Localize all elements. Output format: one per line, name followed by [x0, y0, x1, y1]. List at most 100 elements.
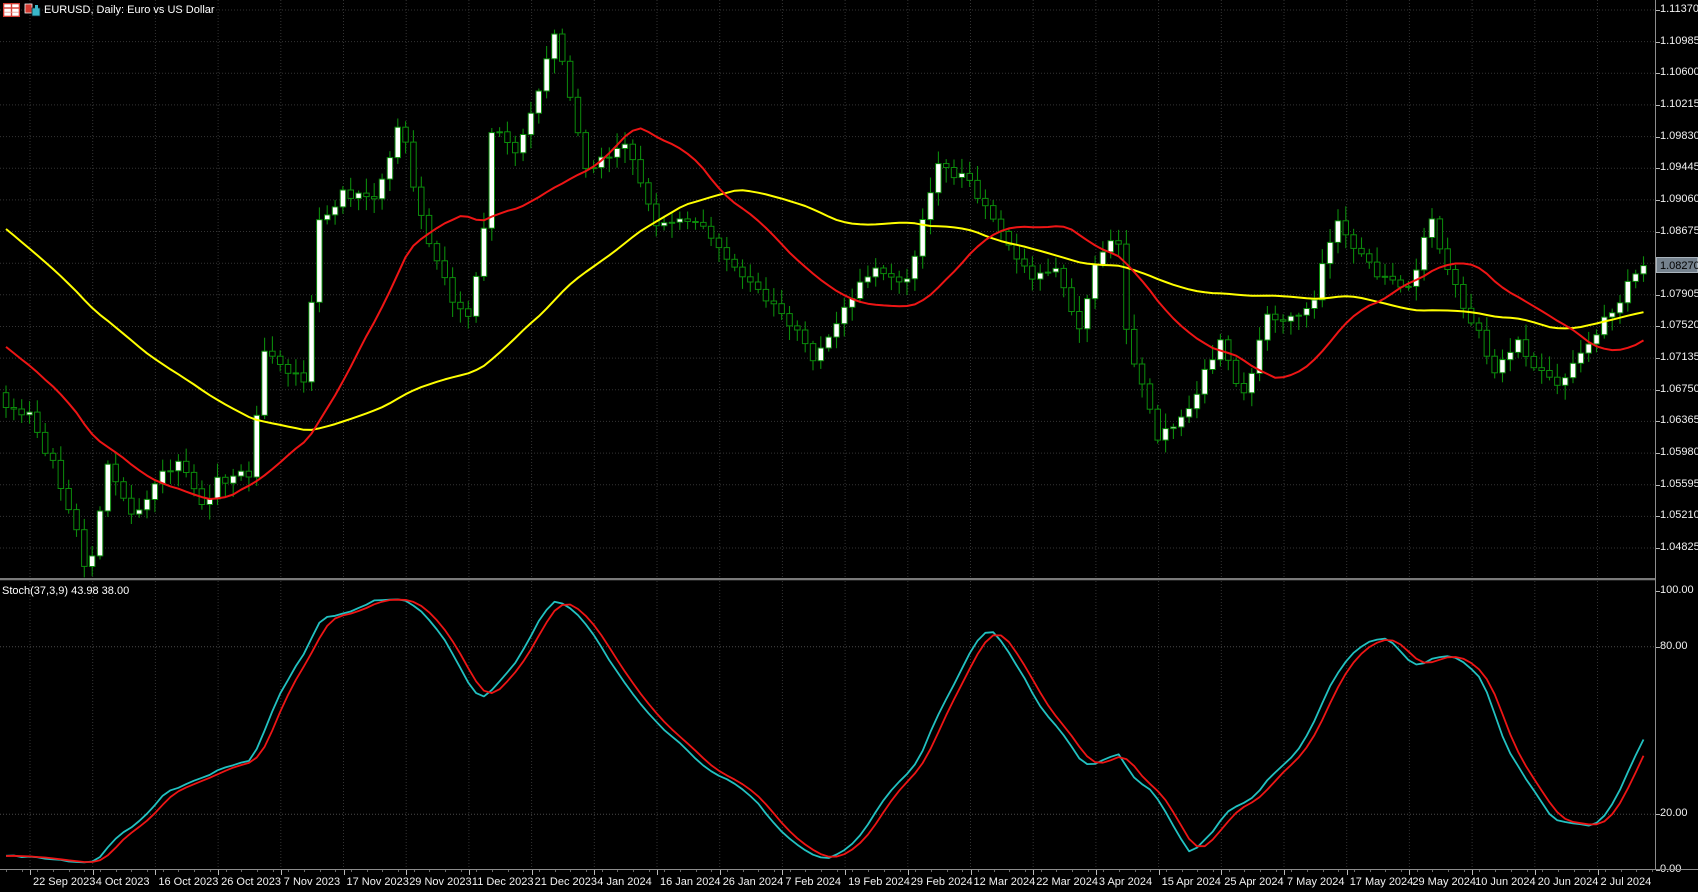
time-axis-minor-tick	[837, 870, 838, 872]
price-chart-canvas[interactable]	[0, 0, 1655, 578]
time-axis-minor-tick	[1621, 870, 1622, 872]
chart-window: EURUSD, Daily: Euro vs US Dollar Stoch(3…	[0, 0, 1698, 892]
time-axis-minor-tick	[1448, 870, 1449, 872]
time-axis-minor-tick	[900, 870, 901, 872]
stoch-chart-canvas[interactable]	[0, 581, 1655, 869]
time-axis-minor-tick	[367, 870, 368, 872]
time-axis-tick	[1284, 870, 1285, 875]
time-axis-minor-tick	[790, 870, 791, 872]
time-axis-minor-tick	[962, 870, 963, 872]
time-axis-minor-tick	[226, 870, 227, 872]
time-axis-minor-tick	[1464, 870, 1465, 872]
time-axis-minor-tick	[22, 870, 23, 872]
bar-chart-icon[interactable]	[24, 3, 41, 17]
panel-separator[interactable]	[0, 578, 1655, 581]
time-axis-minor-tick	[210, 870, 211, 872]
time-axis-minor-tick	[649, 870, 650, 872]
time-axis-minor-tick	[288, 870, 289, 872]
time-axis-minor-tick	[1542, 870, 1543, 872]
time-axis-minor-tick	[1229, 870, 1230, 872]
time-axis-tick	[720, 870, 721, 875]
time-axis-tick	[845, 870, 846, 875]
time-axis-minor-tick	[1385, 870, 1386, 872]
date-label: 3 Apr 2024	[1099, 876, 1152, 889]
time-axis-minor-tick	[602, 870, 603, 872]
price-axis-label: 1.05980	[1660, 446, 1698, 459]
time-axis-minor-tick	[1558, 870, 1559, 872]
date-label: 11 Dec 2023	[472, 876, 534, 889]
time-axis-minor-tick	[1574, 870, 1575, 872]
time-axis-minor-tick	[1323, 870, 1324, 872]
time-axis-minor-tick	[1370, 870, 1371, 872]
time-axis-minor-tick	[774, 870, 775, 872]
time-axis-minor-tick	[382, 870, 383, 872]
time-axis-minor-tick	[1401, 870, 1402, 872]
time-axis-minor-tick	[1056, 870, 1057, 872]
time-axis-minor-tick	[1479, 870, 1480, 872]
time-axis-minor-tick	[1417, 870, 1418, 872]
time-axis-minor-tick	[1166, 870, 1167, 872]
time-axis-minor-tick	[1197, 870, 1198, 872]
price-axis-label: 1.07905	[1660, 288, 1698, 301]
time-axis-minor-tick	[163, 870, 164, 872]
chart-title: EURUSD, Daily: Euro vs US Dollar	[44, 4, 215, 17]
date-label: 26 Jan 2024	[723, 876, 784, 889]
time-axis-tick	[1096, 870, 1097, 875]
date-label: 22 Sep 2023	[33, 876, 95, 889]
time-axis-minor-tick	[6, 870, 7, 872]
time-axis-minor-tick	[492, 870, 493, 872]
stoch-axis-label: 100.00	[1660, 584, 1694, 597]
time-axis-minor-tick	[884, 870, 885, 872]
time-axis-minor-tick	[1527, 870, 1528, 872]
date-label: 25 Apr 2024	[1224, 876, 1283, 889]
time-axis-minor-tick	[947, 870, 948, 872]
time-axis-minor-tick	[53, 870, 54, 872]
time-axis-minor-tick	[241, 870, 242, 872]
stoch-axis-label: 80.00	[1660, 640, 1688, 653]
date-label: 7 Feb 2024	[785, 876, 841, 889]
time-axis-minor-tick	[1589, 870, 1590, 872]
time-axis-minor-tick	[570, 870, 571, 872]
time-axis-minor-tick	[147, 870, 148, 872]
time-axis[interactable]: 22 Sep 20234 Oct 202316 Oct 202326 Oct 2…	[0, 869, 1698, 892]
time-axis-minor-tick	[1103, 870, 1104, 872]
time-axis-tick	[281, 870, 282, 875]
time-axis-minor-tick	[633, 870, 634, 872]
time-axis-minor-tick	[994, 870, 995, 872]
time-axis-minor-tick	[1605, 870, 1606, 872]
time-axis-tick	[1221, 870, 1222, 875]
time-axis-tick	[532, 870, 533, 875]
time-axis-minor-tick	[1182, 870, 1183, 872]
date-label: 29 Nov 2023	[409, 876, 471, 889]
time-axis-minor-tick	[1244, 870, 1245, 872]
time-axis-minor-tick	[429, 870, 430, 872]
date-label: 2 Jul 2024	[1601, 876, 1652, 889]
time-axis-minor-tick	[335, 870, 336, 872]
time-axis-minor-tick	[1025, 870, 1026, 872]
date-label: 12 Mar 2024	[974, 876, 1036, 889]
time-axis-minor-tick	[69, 870, 70, 872]
time-axis-minor-tick	[696, 870, 697, 872]
time-axis-minor-tick	[915, 870, 916, 872]
time-axis-tick	[30, 870, 31, 875]
date-label: 21 Dec 2023	[535, 876, 597, 889]
time-axis-minor-tick	[680, 870, 681, 872]
time-axis-minor-tick	[1354, 870, 1355, 872]
date-label: 16 Oct 2023	[158, 876, 218, 889]
price-axis[interactable]: 1.08270 1.113701.109851.106001.102151.09…	[1655, 0, 1698, 869]
date-label: 4 Oct 2023	[96, 876, 150, 889]
time-axis-tick	[1159, 870, 1160, 875]
date-label: 16 Jan 2024	[660, 876, 721, 889]
time-axis-minor-tick	[664, 870, 665, 872]
time-axis-minor-tick	[868, 870, 869, 872]
time-axis-minor-tick	[1276, 870, 1277, 872]
time-axis-minor-tick	[743, 870, 744, 872]
time-axis-minor-tick	[257, 870, 258, 872]
time-axis-tick	[406, 870, 407, 875]
time-axis-minor-tick	[617, 870, 618, 872]
time-axis-minor-tick	[194, 870, 195, 872]
time-axis-tick	[1535, 870, 1536, 875]
time-axis-minor-tick	[1041, 870, 1042, 872]
price-axis-label: 1.09445	[1660, 161, 1698, 174]
table-icon[interactable]	[3, 3, 20, 17]
